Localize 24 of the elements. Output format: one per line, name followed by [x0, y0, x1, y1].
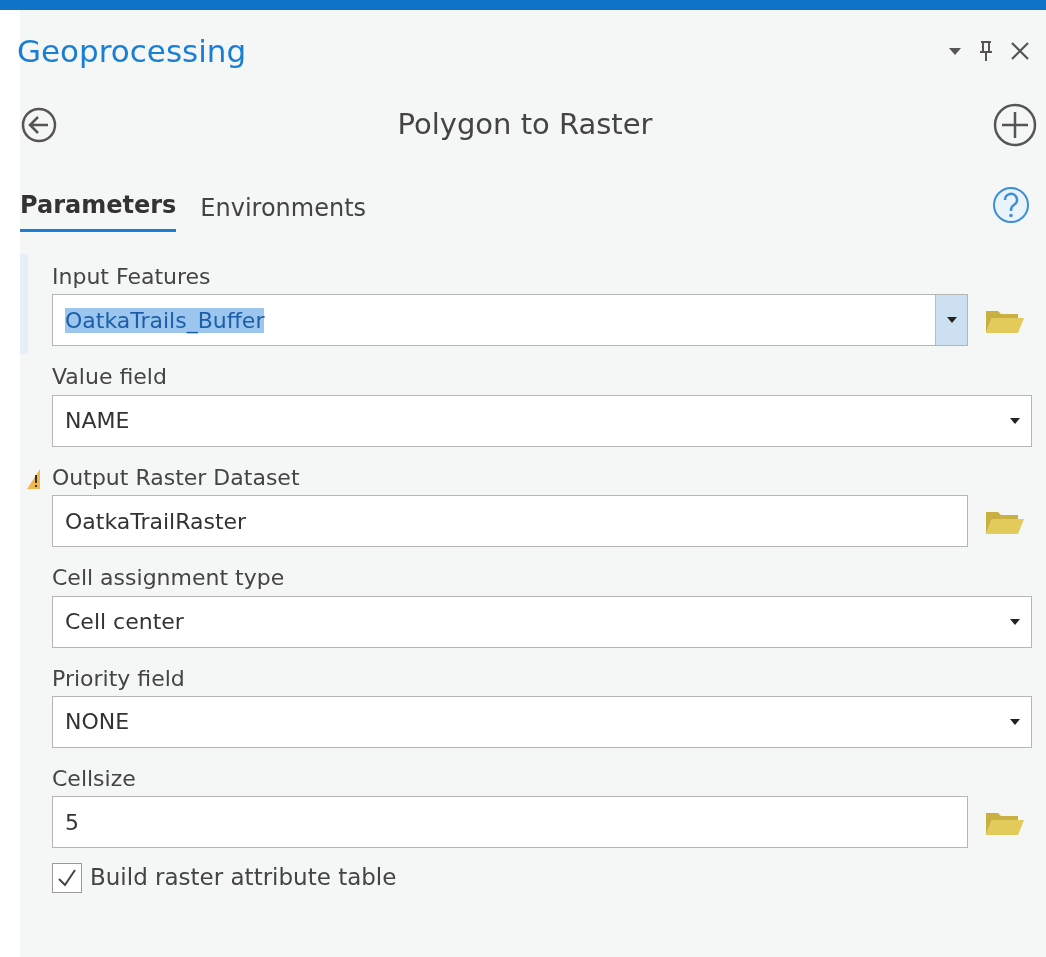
field-label: Value field [52, 364, 167, 390]
tool-title: Polygon to Raster [397, 106, 653, 144]
help-icon[interactable] [992, 186, 1030, 224]
back-icon[interactable] [20, 106, 58, 144]
input-field[interactable]: OatkaTrailRaster [52, 495, 968, 548]
field-label: Priority field [52, 665, 185, 691]
checkbox[interactable] [52, 862, 82, 893]
dropdown-field[interactable]: NAME [52, 394, 1032, 447]
close-icon[interactable] [1010, 41, 1030, 61]
dropdown-icon[interactable] [948, 46, 962, 56]
tab[interactable]: Parameters [20, 187, 177, 232]
field-label: Cellsize [52, 765, 136, 791]
checkbox-label: Build raster attribute table [90, 863, 397, 893]
field-label: Cell assignment type [52, 565, 285, 591]
add-icon[interactable] [992, 102, 1038, 148]
input-field[interactable]: 5 [52, 796, 968, 849]
field-label: Input Features [52, 264, 211, 289]
dropdown-field[interactable]: NONE [52, 695, 1032, 748]
tab[interactable]: Environments [200, 190, 367, 232]
dropdown-field[interactable]: Cell center [52, 595, 1032, 648]
pin-icon[interactable] [978, 40, 994, 62]
field-label: Output Raster Dataset [52, 464, 300, 490]
caret-icon[interactable] [935, 295, 967, 346]
pane-title: Geoprocessing [17, 35, 248, 67]
